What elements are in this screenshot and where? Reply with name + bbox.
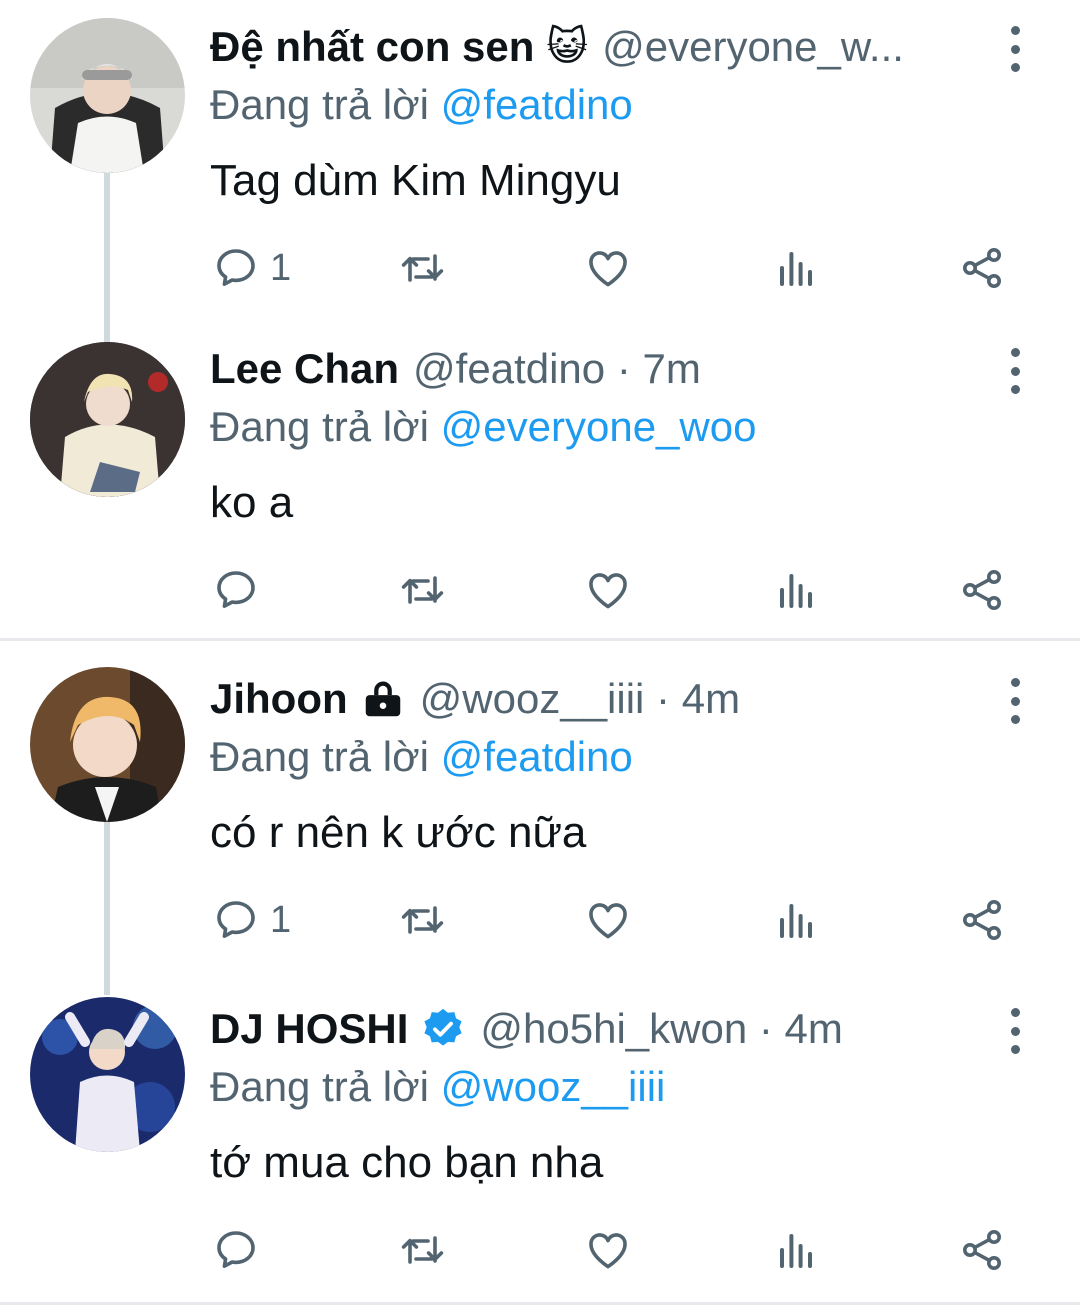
like-button[interactable]	[584, 890, 632, 950]
reply-icon	[217, 249, 255, 286]
views-button[interactable]	[772, 890, 820, 950]
reply-count: 1	[270, 898, 292, 941]
thread-line	[104, 820, 110, 995]
views-button[interactable]	[772, 238, 820, 298]
share-icon	[963, 248, 1001, 288]
reply-button[interactable]	[212, 1220, 270, 1280]
reply-button[interactable]: 1	[212, 238, 291, 298]
tweet-actions	[210, 560, 1030, 620]
avatar[interactable]	[30, 342, 185, 497]
reply-prefix: Đang trả lời	[210, 403, 429, 450]
reply-icon	[217, 571, 255, 608]
tweet-header: Jihoon @wooz__iiii · 4m	[210, 674, 980, 724]
replying-to: Đang trả lời @wooz__iiii	[210, 1062, 665, 1112]
share-icon	[963, 570, 1001, 610]
analytics-icon	[780, 574, 812, 608]
tweet-header: Lee Chan @featdino · 7m	[210, 344, 980, 394]
reply-to-handle[interactable]: @wooz__iiii	[441, 1063, 666, 1110]
display-name[interactable]: Jihoon	[210, 674, 348, 724]
replying-to: Đang trả lời @featdino	[210, 80, 633, 130]
avatar[interactable]	[30, 18, 185, 173]
retweet-button[interactable]	[398, 560, 446, 620]
heart-icon	[589, 1233, 627, 1269]
retweet-button[interactable]	[398, 1220, 446, 1280]
heart-icon	[589, 251, 627, 287]
reply-prefix: Đang trả lời	[210, 733, 429, 780]
tweet-text: có r nên k ước nữa	[210, 808, 587, 857]
share-icon	[963, 900, 1001, 940]
avatar[interactable]	[30, 997, 185, 1152]
retweet-button[interactable]	[398, 238, 446, 298]
like-button[interactable]	[584, 238, 632, 298]
tweet-2[interactable]: Lee Chan @featdino · 7m Đang trả lời @ev…	[0, 322, 1080, 640]
replying-to: Đang trả lời @everyone_woo	[210, 402, 756, 452]
tweet-actions	[210, 1220, 1030, 1280]
share-icon	[963, 1230, 1001, 1270]
handle[interactable]: @everyone_w...	[602, 22, 904, 72]
display-name[interactable]: Lee Chan	[210, 344, 399, 394]
avatar[interactable]	[30, 667, 185, 822]
reply-icon	[217, 1231, 255, 1268]
retweet-icon	[401, 906, 444, 934]
reply-button[interactable]	[212, 560, 270, 620]
tweet-actions: 1	[210, 890, 1030, 950]
retweet-icon	[401, 1236, 444, 1264]
reply-prefix: Đang trả lời	[210, 1063, 429, 1110]
reply-button[interactable]: 1	[212, 890, 291, 950]
reply-to-handle[interactable]: @everyone_woo	[441, 403, 757, 450]
retweet-button[interactable]	[398, 890, 446, 950]
display-name[interactable]: DJ HOSHI	[210, 1004, 408, 1054]
like-button[interactable]	[584, 1220, 632, 1280]
retweet-icon	[401, 254, 444, 282]
like-button[interactable]	[584, 560, 632, 620]
replying-to: Đang trả lời @featdino	[210, 732, 633, 782]
handle[interactable]: @wooz__iiii · 4m	[420, 674, 740, 724]
reply-count: 1	[270, 246, 292, 289]
views-button[interactable]	[772, 1220, 820, 1280]
retweet-icon	[401, 576, 444, 604]
heart-icon	[589, 903, 627, 939]
lock-icon	[360, 676, 406, 722]
divider	[0, 638, 1080, 641]
thread-line	[104, 170, 110, 345]
tweet-1[interactable]: Đệ nhất con sen 😺 @everyone_w... Đang tr…	[0, 0, 1080, 345]
tweet-text: Tag dùm Kim Mingyu	[210, 156, 621, 205]
cat-emoji: 😺	[546, 25, 589, 69]
analytics-icon	[780, 252, 812, 286]
tweet-3[interactable]: Jihoon @wooz__iiii · 4m Đang trả lời @fe…	[0, 652, 1080, 995]
divider	[0, 1302, 1080, 1305]
views-button[interactable]	[772, 560, 820, 620]
analytics-icon	[780, 1234, 812, 1268]
tweet-header: Đệ nhất con sen 😺 @everyone_w...	[210, 22, 980, 72]
share-button[interactable]	[958, 238, 1006, 298]
display-name[interactable]: Đệ nhất con sen	[210, 22, 534, 72]
handle[interactable]: @ho5hi_kwon · 4m	[480, 1004, 842, 1054]
tweet-text: tớ mua cho bạn nha	[210, 1138, 604, 1187]
tweet-text: ko a	[210, 478, 294, 527]
reply-icon	[217, 901, 255, 938]
tweet-4[interactable]: DJ HOSHI @ho5hi_kwon · 4m Đang trả lời @…	[0, 982, 1080, 1300]
share-button[interactable]	[958, 560, 1006, 620]
analytics-icon	[780, 904, 812, 938]
more-vertical-icon[interactable]	[1000, 1008, 1030, 1054]
heart-icon	[589, 573, 627, 609]
more-vertical-icon[interactable]	[1000, 348, 1030, 394]
tweet-actions: 1	[210, 238, 1030, 298]
handle[interactable]: @featdino · 7m	[413, 344, 701, 394]
verified-badge-icon	[420, 1006, 466, 1052]
tweet-header: DJ HOSHI @ho5hi_kwon · 4m	[210, 1004, 980, 1054]
reply-to-handle[interactable]: @featdino	[441, 733, 633, 780]
reply-to-handle[interactable]: @featdino	[441, 81, 633, 128]
more-vertical-icon[interactable]	[1000, 678, 1030, 724]
more-vertical-icon[interactable]	[1000, 26, 1030, 72]
reply-prefix: Đang trả lời	[210, 81, 429, 128]
share-button[interactable]	[958, 890, 1006, 950]
share-button[interactable]	[958, 1220, 1006, 1280]
